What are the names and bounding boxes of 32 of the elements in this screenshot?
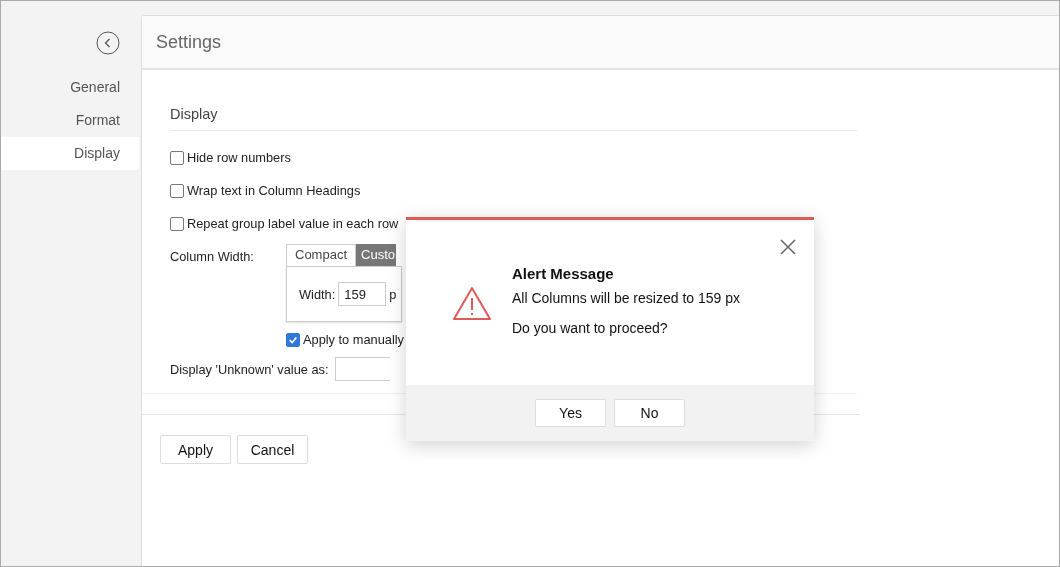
page-title: Settings [156,31,222,53]
dialog-button[interactable]: No [614,399,685,427]
checkbox[interactable] [286,332,300,347]
dialog-question: Do you want to proceed? [512,320,669,336]
checkbox-label: Apply to manually [303,332,404,347]
checkbox-label: Wrap text in Column Headings [187,183,361,198]
dialog-title: Alert Message [512,265,615,282]
checkbox[interactable] [170,150,184,165]
checkbox-label: Hide row numbers [187,150,291,165]
form-button[interactable]: Cancel [237,435,308,464]
checkbox[interactable] [170,216,184,231]
field-label: Width: [299,286,336,302]
checkmark-icon [288,334,298,345]
section-title: Display [170,106,857,131]
width-tab[interactable]: Compact [286,244,357,266]
unknown-value-field[interactable] [334,357,390,381]
sidebar-item[interactable]: Display [1,137,139,170]
dialog-button[interactable]: Yes [535,399,606,427]
checkbox-label: Repeat group label value in each row [187,216,399,231]
warning-icon [452,286,492,322]
sidebar-item[interactable]: General [1,71,139,104]
form-button[interactable]: Apply [160,435,231,464]
close-icon[interactable] [780,239,796,255]
unit-label: p [389,286,397,302]
width-field[interactable]: 159 [338,282,387,306]
dialog-message: All Columns will be resized to 159 px [512,290,740,306]
sidebar-item[interactable]: Format [1,104,139,137]
width-tab[interactable]: Custo [356,244,396,266]
field-label: Column Width: [170,248,255,266]
back-icon[interactable] [96,31,120,55]
field-label: Display 'Unknown' value as: [170,361,329,377]
checkbox[interactable] [170,183,184,198]
